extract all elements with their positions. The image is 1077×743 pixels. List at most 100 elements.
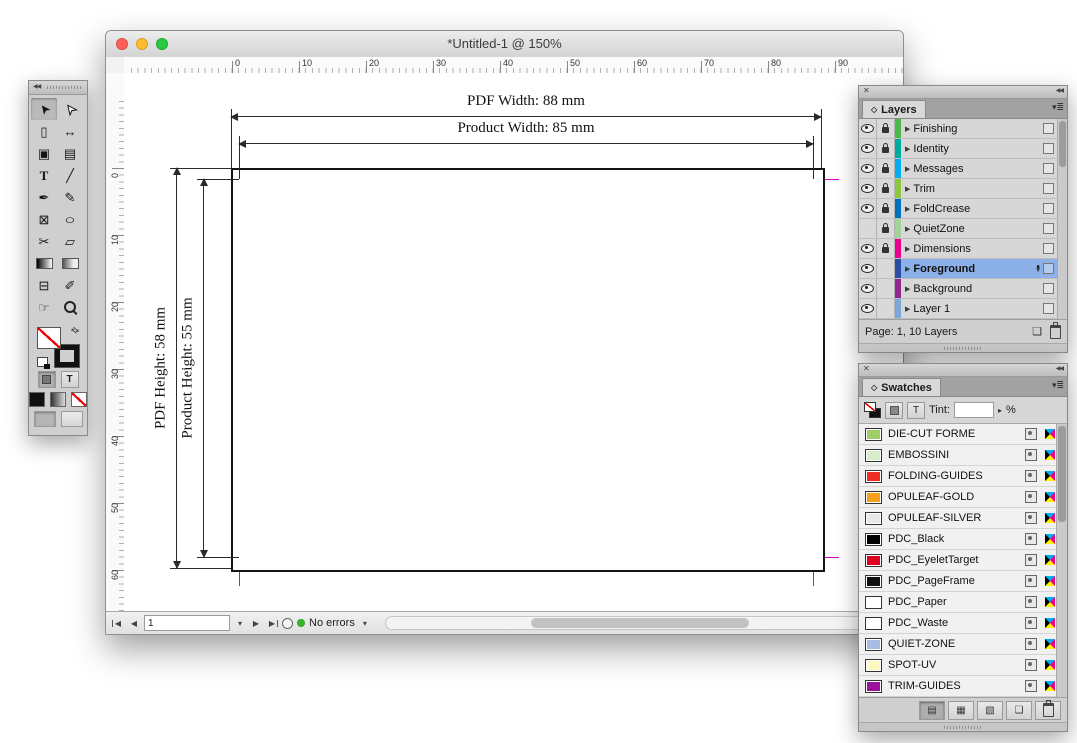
swatch-row[interactable]: PDC_Black bbox=[859, 529, 1057, 550]
pen-tool[interactable]: ✒ bbox=[31, 186, 57, 208]
apply-none-button[interactable] bbox=[71, 392, 87, 407]
apply-gradient-button[interactable] bbox=[50, 392, 66, 407]
layer-select-box[interactable] bbox=[1043, 303, 1054, 314]
preflight-menu-button[interactable]: ▾ bbox=[359, 619, 371, 628]
layer-select-box[interactable] bbox=[1043, 183, 1054, 194]
layer-select-box[interactable] bbox=[1043, 123, 1054, 134]
close-panel-icon[interactable]: ✕ bbox=[863, 364, 870, 373]
swatch-row[interactable]: EMBOSSINI bbox=[859, 445, 1057, 466]
swap-fill-stroke-icon[interactable]: ⇄ bbox=[69, 324, 82, 337]
page-tool[interactable]: ▯ bbox=[31, 120, 57, 142]
fill-swatch[interactable] bbox=[864, 402, 876, 412]
layer-row-foldcrease[interactable]: ▶ FoldCrease bbox=[859, 199, 1058, 219]
last-page-button[interactable]: ▶ bbox=[266, 619, 278, 628]
layer-name[interactable]: QuietZone bbox=[913, 223, 1043, 235]
content-collector-tool[interactable]: ▣ bbox=[31, 142, 57, 164]
layer-select-box[interactable] bbox=[1043, 203, 1054, 214]
swatches-scrollbar-thumb[interactable] bbox=[1058, 426, 1066, 522]
disclosure-icon[interactable]: ▶ bbox=[905, 305, 910, 313]
layer-row-dimensions[interactable]: ▶ Dimensions bbox=[859, 239, 1058, 259]
disclosure-icon[interactable]: ▶ bbox=[905, 165, 910, 173]
visibility-toggle[interactable] bbox=[859, 139, 877, 158]
first-page-button[interactable]: ◀ bbox=[112, 619, 124, 628]
page-frame[interactable] bbox=[231, 168, 825, 572]
panel-resize-grip[interactable] bbox=[859, 722, 1067, 731]
tint-dropdown-icon[interactable]: ▸ bbox=[998, 406, 1002, 415]
layer-name[interactable]: Background bbox=[913, 283, 1043, 295]
normal-view-button[interactable] bbox=[34, 411, 56, 427]
gap-tool[interactable]: ↔ bbox=[57, 120, 83, 142]
delete-layer-button[interactable] bbox=[1050, 325, 1061, 339]
lock-toggle[interactable] bbox=[877, 199, 895, 218]
swatches-scrollbar[interactable] bbox=[1056, 424, 1067, 697]
disclosure-icon[interactable]: ▶ bbox=[905, 205, 910, 213]
lock-toggle[interactable] bbox=[877, 239, 895, 258]
swatch-row[interactable]: SPOT-UV bbox=[859, 655, 1057, 676]
type-tool[interactable]: T bbox=[31, 164, 57, 186]
disclosure-icon[interactable]: ▶ bbox=[905, 185, 910, 193]
swatch-row[interactable]: OPULEAF-SILVER bbox=[859, 508, 1057, 529]
swatch-row[interactable]: FOLDING-GUIDES bbox=[859, 466, 1057, 487]
panel-menu-icon[interactable]: ▾≣ bbox=[1052, 102, 1064, 113]
horizontal-scrollbar[interactable] bbox=[385, 616, 897, 630]
preview-view-button[interactable] bbox=[61, 411, 83, 427]
collapse-panel-icon[interactable]: ◀◀ bbox=[33, 83, 40, 90]
titlebar[interactable]: *Untitled-1 @ 150% bbox=[106, 31, 903, 58]
swatch-row[interactable]: OPULEAF-GOLD bbox=[859, 487, 1057, 508]
content-placer-tool[interactable]: ▤ bbox=[57, 142, 83, 164]
formatting-affects-container-button[interactable] bbox=[38, 371, 56, 388]
fill-stroke-proxy[interactable] bbox=[864, 402, 881, 418]
layer-name[interactable]: Finishing bbox=[913, 123, 1043, 135]
swatch-row[interactable]: PDC_PageFrame bbox=[859, 571, 1057, 592]
layers-panel-chrome[interactable]: ✕ ◀◀ bbox=[859, 86, 1067, 99]
hand-tool[interactable]: ☞ bbox=[31, 296, 57, 318]
lock-toggle[interactable] bbox=[877, 219, 895, 238]
collapse-panel-icon[interactable]: ◀◀ bbox=[1056, 365, 1063, 372]
default-fill-stroke-icon[interactable] bbox=[37, 357, 48, 367]
disclosure-icon[interactable]: ▶ bbox=[905, 225, 910, 233]
layer-select-box[interactable] bbox=[1043, 243, 1054, 254]
close-panel-icon[interactable]: ✕ bbox=[863, 86, 870, 95]
disclosure-icon[interactable]: ▶ bbox=[905, 285, 910, 293]
lock-toggle[interactable] bbox=[877, 179, 895, 198]
free-transform-tool[interactable]: ▱ bbox=[57, 230, 83, 252]
visibility-toggle[interactable] bbox=[859, 279, 877, 298]
page-number-field[interactable] bbox=[144, 615, 230, 631]
lock-toggle[interactable] bbox=[877, 119, 895, 138]
preflight-status-text[interactable]: No errors bbox=[309, 617, 355, 629]
delete-swatch-button[interactable] bbox=[1035, 701, 1061, 720]
layer-name[interactable]: Messages bbox=[913, 163, 1043, 175]
lock-toggle[interactable] bbox=[877, 139, 895, 158]
visibility-toggle[interactable] bbox=[859, 159, 877, 178]
tools-panel-header[interactable]: ◀◀ bbox=[29, 81, 87, 95]
show-all-swatches-button[interactable]: ▤ bbox=[919, 701, 945, 720]
visibility-toggle[interactable] bbox=[859, 199, 877, 218]
zoom-tool[interactable] bbox=[57, 296, 83, 318]
disclosure-icon[interactable]: ▶ bbox=[905, 245, 910, 253]
selection-tool[interactable]: ➤ bbox=[31, 98, 57, 120]
layer-row-background[interactable]: ▶ Background bbox=[859, 279, 1058, 299]
canvas[interactable]: PDF Width: 88 mm Product Width: 85 mm PD… bbox=[124, 73, 903, 612]
tab-layers[interactable]: ◇ Layers bbox=[862, 100, 926, 118]
layer-row-quietzone[interactable]: ▶ QuietZone bbox=[859, 219, 1058, 239]
layer-row-foreground[interactable]: ▶ Foreground ✒ bbox=[859, 259, 1058, 279]
eyedropper-tool[interactable]: ✐ bbox=[57, 274, 83, 296]
layer-select-box[interactable] bbox=[1043, 223, 1054, 234]
visibility-toggle[interactable] bbox=[859, 179, 877, 198]
layer-select-box[interactable] bbox=[1043, 143, 1054, 154]
pencil-tool[interactable]: ✎ bbox=[57, 186, 83, 208]
show-color-swatches-button[interactable]: ▦ bbox=[948, 701, 974, 720]
show-gradient-swatches-button[interactable]: ▧ bbox=[977, 701, 1003, 720]
new-layer-button[interactable]: ❏ bbox=[1032, 325, 1042, 338]
swatch-row[interactable]: PDC_EyeletTarget bbox=[859, 550, 1057, 571]
tint-field[interactable] bbox=[954, 402, 994, 418]
note-tool[interactable]: ⊟ bbox=[31, 274, 57, 296]
disclosure-icon[interactable]: ▶ bbox=[905, 125, 910, 133]
swatch-row[interactable]: QUIET-ZONE bbox=[859, 634, 1057, 655]
visibility-toggle[interactable] bbox=[859, 299, 877, 318]
previous-page-button[interactable]: ◀ bbox=[128, 619, 140, 628]
collapse-panel-icon[interactable]: ◀◀ bbox=[1056, 87, 1063, 94]
layer-select-box[interactable] bbox=[1043, 163, 1054, 174]
gradient-swatch-tool[interactable] bbox=[31, 252, 57, 274]
layers-scrollbar[interactable] bbox=[1057, 119, 1067, 319]
